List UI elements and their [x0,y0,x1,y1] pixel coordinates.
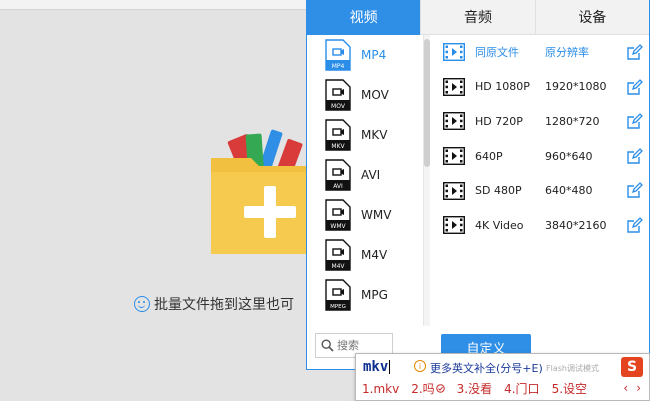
resolution-value: 3840*2160 [545,218,607,232]
ime-composition-text: mkv [363,359,389,375]
format-tag: AVI [333,183,343,190]
film-icon [443,216,465,235]
edit-icon[interactable] [627,44,643,60]
format-item-mov[interactable]: MOV MOV [307,75,423,115]
format-tabs: 视频 音频 设备 [307,0,649,35]
resolution-value: 640*480 [545,184,593,198]
edit-icon[interactable] [627,182,643,199]
format-label: M4V [361,248,388,262]
format-label: MKV [361,128,388,142]
mkv-file-icon: MKV [325,119,351,151]
format-tag: M4V [331,263,345,270]
mov-file-icon: MOV [325,79,351,111]
edit-icon[interactable] [627,217,643,233]
sogou-logo-icon: S [621,357,643,377]
resolution-row[interactable]: 同原文件 原分辨率 [431,35,649,70]
format-label: MOV [361,88,389,102]
edit-icon[interactable] [627,147,643,164]
resolution-name: 640P [475,149,503,163]
ime-candidate[interactable]: 4.门口 [504,380,539,397]
drop-hint: 批量文件拖到这里也可 [134,294,294,314]
text-caret [389,360,391,374]
next-page-icon[interactable]: › [636,381,641,395]
tab-device[interactable]: 设备 [534,0,649,35]
tab-audio[interactable]: 音频 [420,0,535,35]
search-input[interactable] [337,339,385,352]
tab-video[interactable]: 视频 [307,0,421,35]
resolution-name: HD 720P [475,114,523,128]
drop-hint-text: 批量文件拖到这里也可 [154,297,294,313]
info-icon: i [414,360,426,372]
resolution-value: 960*640 [545,149,593,163]
film-icon [443,43,465,62]
ime-candidate[interactable]: 3.没看 [457,380,492,397]
film-icon [443,77,465,96]
format-list: MP4 MP4 MOV MOV MKV MKV AVI AVI WMV WMV … [307,35,424,326]
format-label: MP4 [361,48,387,62]
resolution-name: HD 1080P [475,80,530,94]
edit-icon[interactable] [627,78,643,95]
resolution-value: 原分辨率 [545,46,589,60]
resolution-name: SD 480P [475,184,522,198]
avi-file-icon: AVI [325,159,351,191]
format-item-m4v[interactable]: M4V M4V [307,235,423,275]
resolution-value: 1280*720 [545,114,600,128]
format-item-wmv[interactable]: WMV WMV [307,195,423,235]
mp4-file-icon: MP4 [325,39,351,71]
format-item-avi[interactable]: AVI AVI [307,155,423,195]
mpg-file-icon: MPEG [325,279,351,311]
scrollbar-thumb[interactable] [424,39,430,167]
format-list-scrollbar[interactable] [424,35,430,326]
ime-candidate[interactable]: 2.吗 [411,380,445,397]
film-icon [443,181,465,200]
smile-icon [134,296,150,312]
search-icon [321,339,334,352]
format-item-mp4[interactable]: MP4 MP4 [307,35,423,75]
prev-page-icon[interactable]: ‹ [623,381,628,395]
m4v-file-icon: M4V [325,239,351,271]
film-icon [443,112,465,131]
format-item-mpg[interactable]: MPEG MPG [307,275,423,315]
resolution-row[interactable]: HD 1080P 1920*1080 [431,70,649,105]
resolution-name: 4K Video [475,218,524,232]
output-format-panel: 视频 音频 设备 MP4 MP4 MOV MOV MKV MKV AVI AVI… [306,0,650,370]
ime-composition: mkv [363,359,391,375]
format-label: WMV [361,208,392,222]
format-tag: MOV [331,103,346,110]
resolution-list: 同原文件 原分辨率 HD 1080P 1920*1080 HD 720P 128… [431,35,649,243]
resolution-row[interactable]: 4K Video 3840*2160 [431,208,649,243]
format-tag: MPEG [330,304,346,310]
ime-candidate-window: mkv i 更多英文补全(分号+E) Flash调试模式 S 1.mkv 2.吗… [355,353,650,401]
ime-candidate-text: 2.吗 [411,382,435,396]
ime-flash-hint: Flash调试模式 [546,364,599,373]
wmv-file-icon: WMV [325,199,351,231]
format-label: MPG [361,288,388,302]
ime-more-hint[interactable]: 更多英文补全(分号+E) [430,360,543,376]
format-item-mkv[interactable]: MKV MKV [307,115,423,155]
resolution-row[interactable]: 640P 960*640 [431,139,649,174]
check-circle-icon [435,384,445,393]
ime-candidate[interactable]: 5.设空 [552,380,587,397]
resolution-value: 1920*1080 [545,80,607,94]
film-icon [443,147,465,166]
resolution-row[interactable]: SD 480P 640*480 [431,173,649,208]
format-label: AVI [361,168,381,182]
ime-candidate[interactable]: 1.mkv [362,380,399,397]
ime-page-nav: ‹ › [623,381,641,395]
resolution-row[interactable]: HD 720P 1280*720 [431,104,649,139]
resolution-name: 同原文件 [475,46,519,60]
format-tag: MKV [331,143,345,150]
format-tag: WMV [330,223,346,230]
ime-candidates: 1.mkv 2.吗 3.没看 4.门口 5.设空 [362,380,587,397]
format-tag: MP4 [332,63,345,70]
edit-icon[interactable] [627,113,643,129]
